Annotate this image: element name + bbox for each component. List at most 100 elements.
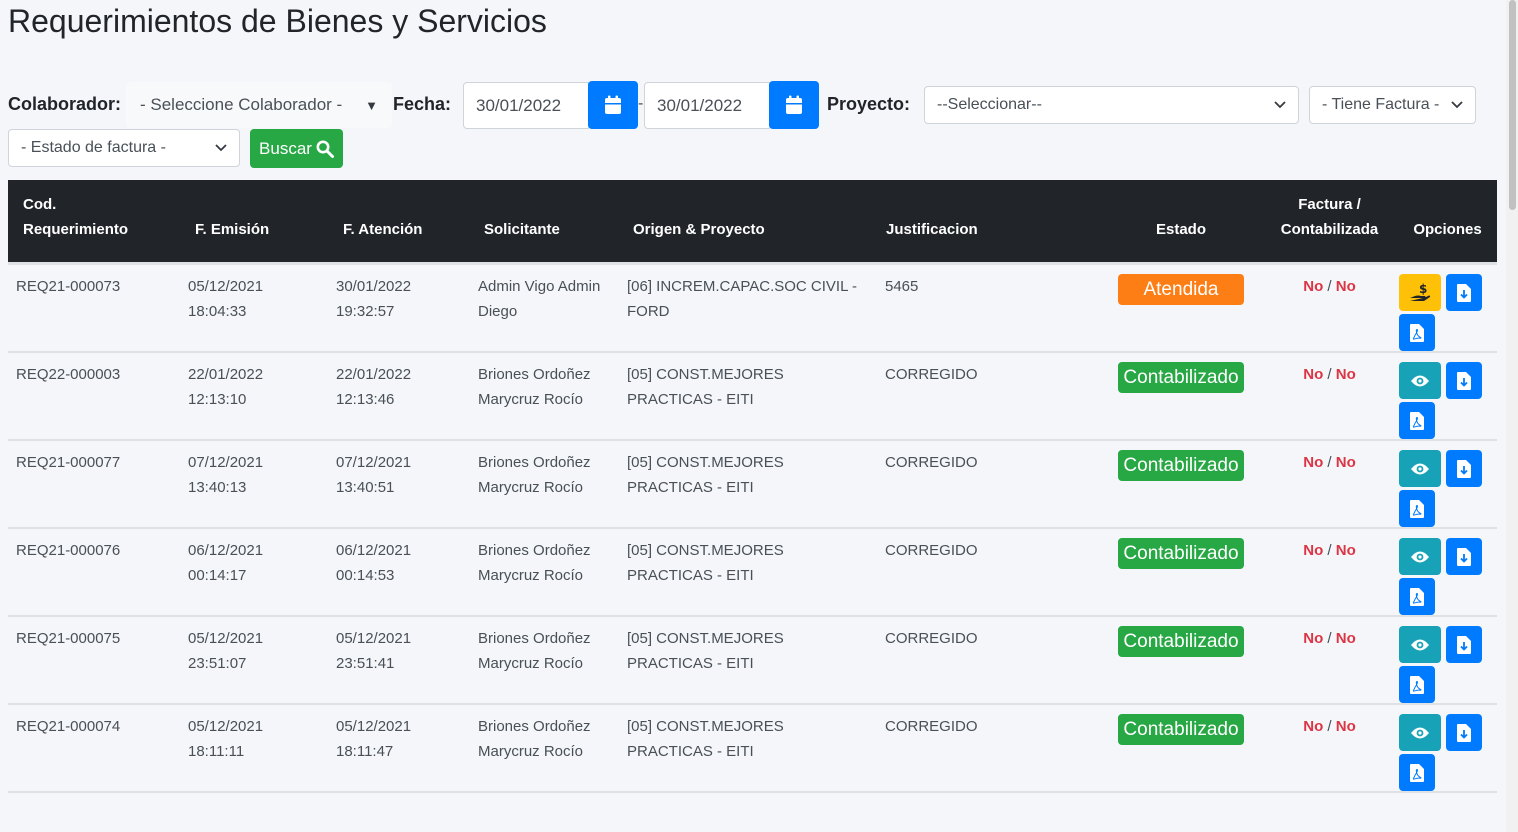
- scrollbar-thumb[interactable]: [1509, 0, 1516, 210]
- fecha-desde-calendar-button[interactable]: [588, 81, 638, 129]
- opciones-cell: [1398, 440, 1497, 529]
- solicitante: Briones Ordoñez Marycruz Rocío: [478, 718, 591, 760]
- file-download-icon: [1457, 371, 1471, 390]
- contabilizada-value: No: [1335, 718, 1356, 735]
- cod-cell: REQ21-000073: [8, 263, 166, 353]
- file-download-icon: [1457, 547, 1471, 566]
- origen-proyecto: [05] CONST.MEJORES PRACTICAS - EITI: [627, 630, 784, 672]
- status-badge: Contabilizado: [1118, 362, 1244, 393]
- download-button[interactable]: [1446, 274, 1482, 311]
- col-header-justificacion[interactable]: Justificacion: [866, 180, 1101, 265]
- view-button[interactable]: [1399, 450, 1441, 487]
- col-header-emision[interactable]: F. Emisión: [166, 180, 314, 265]
- emision-hora: 18:04:33: [188, 303, 247, 320]
- origen-proyecto: [05] CONST.MEJORES PRACTICAS - EITI: [627, 718, 784, 760]
- tiene-factura-value: - Tiene Factura -: [1322, 96, 1440, 113]
- fecha-hasta-input[interactable]: 30/01/2022: [644, 82, 770, 129]
- atencion-fecha: 05/12/2021: [336, 718, 412, 735]
- status-badge: Contabilizado: [1118, 450, 1244, 481]
- factura-cell: No / No: [1261, 528, 1398, 617]
- emision-cell: 22/01/2022 12:13:10: [166, 352, 314, 441]
- pay-button[interactable]: $: [1399, 274, 1441, 311]
- col-header-origen[interactable]: Origen & Proyecto: [613, 180, 866, 265]
- emision-hora: 13:40:13: [188, 479, 247, 496]
- atencion-hora: 18:11:47: [336, 743, 394, 760]
- pdf-button[interactable]: [1399, 754, 1435, 791]
- origen-cell: [05] CONST.MEJORES PRACTICAS - EITI: [613, 528, 866, 617]
- atencion-fecha: 06/12/2021: [336, 542, 412, 559]
- justificacion: CORREGIDO: [885, 366, 978, 383]
- view-button[interactable]: [1399, 714, 1441, 751]
- atencion-cell: 07/12/2021 13:40:51: [314, 440, 462, 529]
- cod-cell: REQ22-000003: [8, 352, 166, 441]
- download-button[interactable]: [1446, 626, 1482, 663]
- file-pdf-icon: [1410, 763, 1424, 782]
- cod-requerimiento: REQ21-000074: [16, 718, 121, 735]
- pdf-button[interactable]: [1399, 402, 1435, 439]
- factura-cell: No / No: [1261, 616, 1398, 705]
- emision-fecha: 06/12/2021: [188, 542, 264, 559]
- justificacion-cell: CORREGIDO: [866, 440, 1101, 529]
- cod-cell: REQ21-000077: [8, 440, 166, 529]
- download-button[interactable]: [1446, 538, 1482, 575]
- buscar-button[interactable]: Buscar: [250, 129, 343, 168]
- col-header-cod[interactable]: Cod. Requerimiento: [8, 180, 166, 265]
- fecha-desde-value: 30/01/2022: [476, 95, 562, 115]
- requerimientos-table-wrapper: Cod. Requerimiento F. Emisión F. Atenció…: [8, 180, 1497, 793]
- atencion-fecha: 22/01/2022: [336, 366, 412, 383]
- download-button[interactable]: [1446, 450, 1482, 487]
- factura-value: No: [1303, 718, 1324, 735]
- view-button[interactable]: [1399, 362, 1441, 399]
- view-button[interactable]: [1399, 538, 1441, 575]
- table-header-row: Cod. Requerimiento F. Emisión F. Atenció…: [8, 180, 1497, 265]
- view-button[interactable]: [1399, 626, 1441, 663]
- download-button[interactable]: [1446, 362, 1482, 399]
- col-header-solicitante[interactable]: Solicitante: [462, 180, 613, 265]
- file-pdf-icon: [1410, 499, 1424, 518]
- cod-requerimiento: REQ21-000073: [16, 278, 121, 295]
- chevron-down-icon: [1451, 101, 1463, 109]
- opciones-cell: [1398, 616, 1497, 705]
- atencion-fecha: 30/01/2022: [336, 278, 412, 295]
- factura-value: No: [1303, 630, 1324, 647]
- col-header-factura[interactable]: Factura / Contabilizada: [1261, 180, 1398, 265]
- estado-factura-select[interactable]: - Estado de factura -: [8, 129, 240, 167]
- fecha-desde-input[interactable]: 30/01/2022: [463, 82, 589, 129]
- proyecto-select[interactable]: --Seleccionar--: [924, 86, 1299, 124]
- atencion-hora: 13:40:51: [336, 479, 395, 496]
- svg-text:$: $: [1419, 283, 1427, 296]
- col-header-estado[interactable]: Estado: [1101, 180, 1261, 265]
- atencion-hora: 12:13:46: [336, 391, 395, 408]
- estado-cell: Contabilizado: [1101, 352, 1261, 441]
- table-row: REQ21-000074 05/12/2021 18:11:11 05/12/2…: [8, 704, 1497, 793]
- file-download-icon: [1457, 635, 1471, 654]
- table-row: REQ21-000075 05/12/2021 23:51:07 05/12/2…: [8, 616, 1497, 705]
- proyecto-label: Proyecto:: [827, 94, 911, 114]
- pdf-button[interactable]: [1399, 666, 1435, 703]
- pdf-button[interactable]: [1399, 578, 1435, 615]
- col-header-atencion[interactable]: F. Atención: [314, 180, 462, 265]
- opciones-group: [1399, 362, 1489, 439]
- origen-cell: [05] CONST.MEJORES PRACTICAS - EITI: [613, 352, 866, 441]
- origen-cell: [05] CONST.MEJORES PRACTICAS - EITI: [613, 616, 866, 705]
- page-scrollbar[interactable]: [1506, 0, 1518, 832]
- calendar-icon: [785, 95, 803, 115]
- eye-icon: [1410, 726, 1430, 740]
- estado-cell: Contabilizado: [1101, 528, 1261, 617]
- pdf-button[interactable]: [1399, 314, 1435, 351]
- atencion-cell: 05/12/2021 18:11:47: [314, 704, 462, 793]
- search-icon: [316, 140, 334, 158]
- calendar-icon: [604, 95, 622, 115]
- emision-hora: 00:14:17: [188, 567, 247, 584]
- emision-fecha: 05/12/2021: [188, 278, 264, 295]
- download-button[interactable]: [1446, 714, 1482, 751]
- file-pdf-icon: [1410, 411, 1424, 430]
- pdf-button[interactable]: [1399, 490, 1435, 527]
- justificacion-cell: CORREGIDO: [866, 528, 1101, 617]
- colaborador-select[interactable]: - Seleccione Colaborador - ▼: [126, 82, 392, 128]
- emision-cell: 05/12/2021 18:11:11: [166, 704, 314, 793]
- opciones-cell: [1398, 352, 1497, 441]
- fecha-hasta-calendar-button[interactable]: [769, 81, 819, 129]
- opciones-cell: [1398, 528, 1497, 617]
- tiene-factura-select[interactable]: - Tiene Factura -: [1309, 86, 1476, 124]
